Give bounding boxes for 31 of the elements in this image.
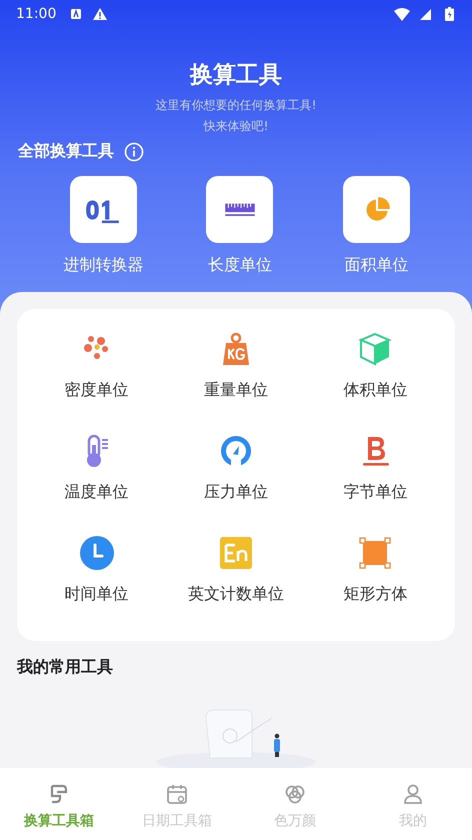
cube-icon xyxy=(357,331,394,367)
tool-label: 进制转换器 xyxy=(63,255,144,276)
tool-tile[interactable] xyxy=(70,176,137,243)
en-icon xyxy=(218,535,254,571)
battery-icon xyxy=(445,7,454,21)
user-icon xyxy=(401,782,425,806)
keyboard-icon xyxy=(70,8,82,20)
tool-tile[interactable] xyxy=(206,176,274,243)
tool-item[interactable]: 压力单位 xyxy=(166,433,306,527)
tool-item[interactable]: 体积单位 xyxy=(306,331,445,425)
tool-tile[interactable] xyxy=(343,176,410,243)
info-icon xyxy=(124,142,144,162)
tool-label: 面积单位 xyxy=(344,255,409,276)
section-title: 我的常用工具 xyxy=(17,657,114,678)
section-title: 全部换算工具 xyxy=(18,141,114,162)
status-time: 11:00 xyxy=(16,6,56,22)
tool-item[interactable]: 字节单位 xyxy=(306,433,445,527)
warning-icon xyxy=(92,7,108,21)
tool-item[interactable]: 英文计数单位 xyxy=(166,535,306,629)
tool-label: 长度单位 xyxy=(208,255,272,276)
tool-item[interactable]: 密度单位 xyxy=(27,331,166,425)
tool-item[interactable]: 矩形方体 xyxy=(306,535,445,629)
clock-icon xyxy=(78,535,115,571)
page-subtitle: 这里有你想要的任何换算工具! 快来体验吧! xyxy=(154,97,318,135)
wifi-icon xyxy=(394,8,410,20)
page-title: 换算工具 xyxy=(188,61,283,90)
calendar-icon xyxy=(165,782,189,806)
tool-item[interactable]: 时间单位 xyxy=(27,535,166,629)
signal-icon xyxy=(420,8,431,20)
tool-item[interactable]: 温度单位 xyxy=(27,433,166,527)
tool-item[interactable]: 重量单位 xyxy=(166,331,306,425)
